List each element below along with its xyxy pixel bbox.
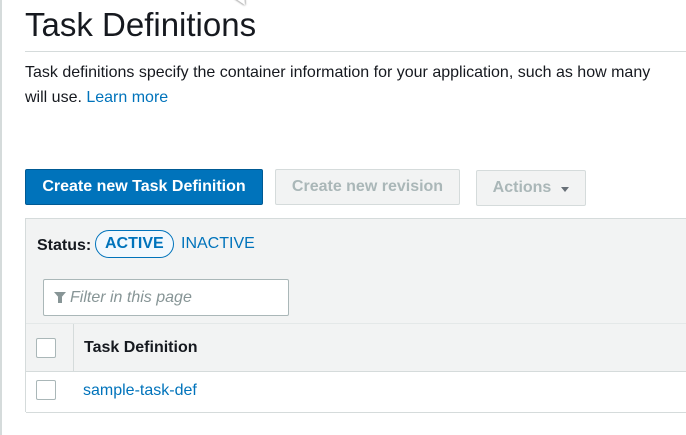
task-definition-link[interactable]: sample-task-def [83,382,197,400]
learn-more-link[interactable]: Learn more [86,89,168,106]
table-row: sample-task-def [26,372,686,413]
filter-box[interactable] [43,279,289,316]
page-description: Task definitions specify the container i… [25,60,686,110]
task-definitions-table-panel: Status: ACTIVE INACTIVE Task Definition … [25,218,686,413]
row-checkbox[interactable] [36,380,56,400]
column-divider [73,324,74,372]
status-inactive-toggle[interactable]: INACTIVE [172,230,264,258]
filter-input[interactable] [70,286,280,310]
filter-area [26,272,686,323]
status-filter-bar: Status: ACTIVE INACTIVE [26,219,686,273]
create-new-revision-button[interactable]: Create new revision [275,169,460,205]
left-border [0,0,2,435]
actions-dropdown-button[interactable]: Actions [476,170,586,206]
status-label: Status: [37,237,92,254]
status-active-toggle[interactable]: ACTIVE [95,230,174,258]
select-all-checkbox[interactable] [36,338,56,358]
title-divider [25,51,686,52]
table-header-row: Task Definition [26,323,686,372]
description-text-line2: will use. [25,89,82,106]
caret-down-icon [561,186,570,192]
create-task-definition-button[interactable]: Create new Task Definition [25,169,263,205]
description-text: Task definitions specify the container i… [25,64,651,81]
column-header-task-definition[interactable]: Task Definition [84,339,198,357]
actions-label: Actions [492,179,552,196]
page-title: Task Definitions [25,6,257,43]
